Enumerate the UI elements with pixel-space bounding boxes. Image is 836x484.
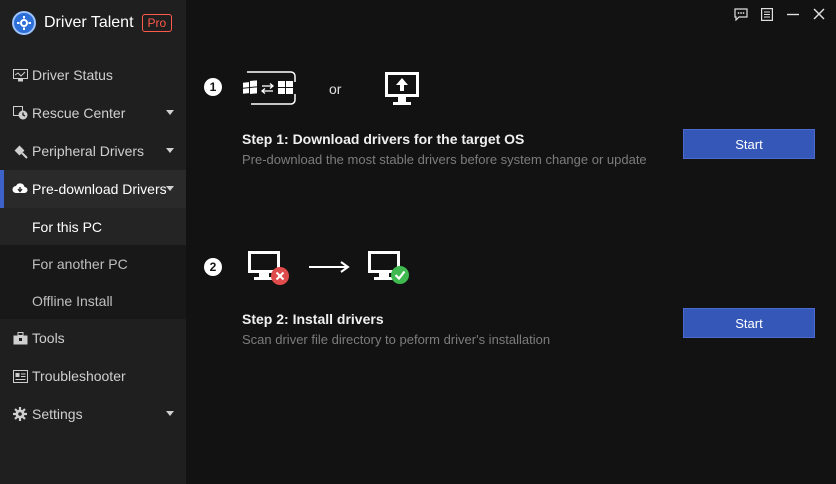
sidebar-item-label: Rescue Center [32,105,126,121]
submenu-pre-download: For this PC For another PC Offline Insta… [0,208,186,319]
step2-start-button[interactable]: Start [683,308,815,338]
chevron-down-icon [166,186,174,191]
pro-badge: Pro [141,14,173,32]
monitor-error-icon [247,250,291,293]
monitor-success-icon [367,250,411,293]
chevron-down-icon [166,411,174,416]
chevron-down-icon [166,110,174,115]
step1-description: Pre-download the most stable drivers bef… [242,152,647,167]
monitor-upload-icon [384,71,420,112]
sidebar-item-label: Settings [32,406,83,422]
sidebar: Driver Talent Pro Driver Status Rescue C… [0,0,186,484]
windows-upgrade-icon [241,70,299,111]
sidebar-item-label: Tools [32,330,65,346]
step-number-1: 1 [204,78,222,96]
sidebar-item-label: Pre-download Drivers [32,181,167,197]
subitem-for-another-pc[interactable]: For another PC [0,245,186,282]
cloud-download-icon [12,181,28,197]
step1-title: Step 1: Download drivers for the target … [242,131,525,147]
subitem-for-this-pc[interactable]: For this PC [0,208,186,245]
sidebar-item-label: Driver Status [32,67,113,83]
troubleshooter-icon [12,368,28,384]
sidebar-item-settings[interactable]: Settings [0,395,186,433]
sidebar-item-rescue-center[interactable]: Rescue Center [0,94,186,132]
step2-description: Scan driver file directory to peform dri… [242,332,551,347]
sidebar-item-troubleshooter[interactable]: Troubleshooter [0,357,186,395]
peripheral-icon [12,143,28,159]
sidebar-item-tools[interactable]: Tools [0,319,186,357]
gear-icon [12,406,28,422]
sidebar-nav: Driver Status Rescue Center Peripheral D… [0,56,186,433]
brand: Driver Talent Pro [12,10,173,36]
sidebar-item-pre-download-drivers[interactable]: Pre-download Drivers [0,170,186,208]
or-label: or [329,81,342,97]
step-number-2: 2 [204,258,222,276]
app-title: Driver Talent [44,14,134,31]
monitor-icon [12,67,28,83]
sidebar-item-peripheral-drivers[interactable]: Peripheral Drivers [0,132,186,170]
toolbox-icon [12,330,28,346]
sidebar-item-driver-status[interactable]: Driver Status [0,56,186,94]
sidebar-item-label: Troubleshooter [32,368,126,384]
gear-logo-icon [12,11,36,35]
chevron-down-icon [166,148,174,153]
arrow-right-icon [309,260,351,279]
sidebar-item-label: Peripheral Drivers [32,143,145,159]
restore-icon [12,105,28,121]
step1-start-button[interactable]: Start [683,129,815,159]
step2-title: Step 2: Install drivers [242,311,384,327]
subitem-offline-install[interactable]: Offline Install [0,282,186,319]
main-panel: 1 or Step 1: Download drivers for the ta… [186,0,836,484]
